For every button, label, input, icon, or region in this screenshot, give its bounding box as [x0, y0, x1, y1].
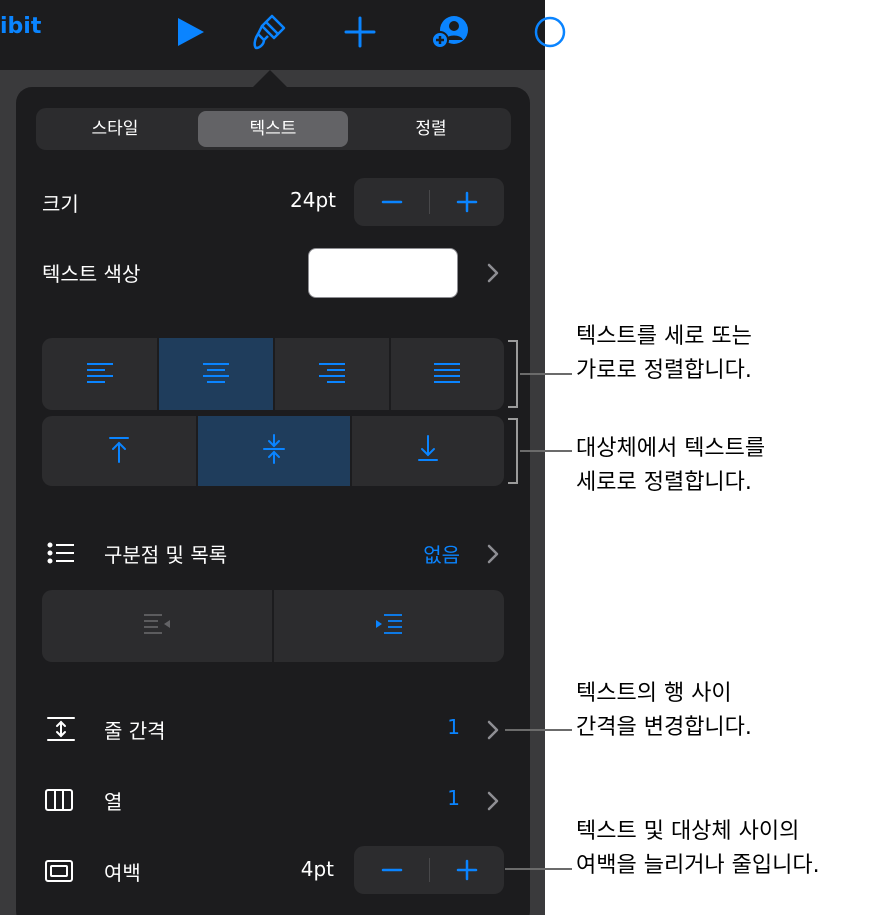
callout-margin: 텍스트 및 대상체 사이의 여백을 늘리거나 줄입니다. — [576, 815, 820, 883]
group-divider — [350, 416, 352, 486]
text-color-label: 텍스트 색상 — [42, 262, 141, 286]
callout-line-text: 텍스트 및 대상체 사이의 — [576, 819, 800, 844]
chevron-right-icon[interactable] — [486, 790, 500, 812]
callout-line-text: 여백을 늘리거나 줄입니다. — [576, 853, 820, 878]
chevron-right-icon[interactable] — [486, 719, 500, 741]
indent-icon — [374, 609, 404, 643]
line-spacing-icon — [46, 714, 76, 744]
align-middle-icon — [259, 434, 289, 468]
callout-line-text: 간격을 변경합니다. — [576, 715, 752, 740]
popover-arrow — [252, 70, 288, 88]
tab-text[interactable]: 텍스트 — [198, 111, 348, 147]
tab-arrange[interactable]: 정렬 — [356, 111, 506, 147]
chevron-right-icon[interactable] — [486, 262, 500, 284]
margin-decrease-button[interactable] — [354, 846, 429, 894]
callout-line-text: 가로로 정렬합니다. — [576, 358, 752, 383]
toolbar: ibit — [0, 0, 566, 70]
callout-spacing: 텍스트의 행 사이 간격을 변경합니다. — [576, 677, 752, 745]
more-icon[interactable] — [530, 12, 570, 52]
chevron-right-icon[interactable] — [486, 543, 500, 565]
align-center-button[interactable] — [158, 338, 273, 410]
align-top-icon — [104, 434, 134, 468]
play-icon[interactable] — [170, 12, 210, 52]
align-justify-icon — [432, 357, 462, 391]
callout-line — [505, 729, 572, 731]
columns-value[interactable]: 1 — [400, 786, 460, 810]
tab-style[interactable]: 스타일 — [40, 111, 190, 147]
callout-line-text: 대상체에서 텍스트를 — [576, 436, 766, 461]
group-divider — [196, 416, 198, 486]
group-divider — [273, 338, 275, 410]
indent-group — [42, 590, 504, 662]
size-stepper — [354, 178, 504, 226]
callout-line — [520, 373, 572, 375]
line-spacing-label: 줄 간격 — [104, 719, 166, 743]
horizontal-align-group — [42, 338, 504, 410]
margin-value: 4pt — [300, 857, 334, 881]
decrease-indent-button[interactable] — [42, 590, 272, 662]
text-color-swatch[interactable] — [308, 248, 458, 298]
callout-line-text: 텍스트를 세로 또는 — [576, 324, 752, 349]
size-value: 24pt — [290, 188, 336, 212]
align-right-icon — [317, 357, 347, 391]
size-label: 크기 — [42, 192, 79, 216]
align-top-button[interactable] — [42, 416, 196, 486]
line-spacing-value[interactable]: 1 — [400, 715, 460, 739]
list-icon — [46, 538, 76, 568]
callout-bracket — [508, 340, 518, 408]
bullets-value[interactable]: 없음 — [380, 539, 460, 568]
align-bottom-button[interactable] — [351, 416, 504, 486]
outdent-icon — [142, 609, 172, 643]
collaborate-icon[interactable] — [430, 12, 470, 52]
tab-segmented-control: 스타일 텍스트 정렬 — [36, 108, 511, 150]
callout-line — [505, 868, 572, 870]
callout-align-text: 텍스트를 세로 또는 가로로 정렬합니다. — [576, 320, 752, 388]
callout-line-text: 세로로 정렬합니다. — [576, 470, 752, 495]
align-bottom-icon — [413, 434, 443, 468]
columns-label: 열 — [104, 790, 123, 814]
align-left-icon — [85, 357, 115, 391]
margin-label: 여백 — [104, 861, 141, 885]
group-divider — [157, 338, 159, 410]
callout-bracket — [508, 418, 518, 484]
align-left-button[interactable] — [42, 338, 157, 410]
margin-increase-button[interactable] — [429, 846, 504, 894]
columns-icon — [44, 785, 74, 815]
bullets-label: 구분점 및 목록 — [104, 543, 228, 567]
margin-stepper — [354, 846, 504, 894]
callout-line-text: 텍스트의 행 사이 — [576, 681, 732, 706]
group-divider — [389, 338, 391, 410]
paintbrush-icon[interactable] — [250, 12, 290, 52]
group-divider — [272, 590, 274, 662]
align-center-icon — [201, 357, 231, 391]
size-increase-button[interactable] — [429, 178, 504, 226]
align-justify-button[interactable] — [390, 338, 504, 410]
plus-icon[interactable] — [340, 12, 380, 52]
align-middle-button[interactable] — [197, 416, 350, 486]
callout-vertical: 대상체에서 텍스트를 세로로 정렬합니다. — [576, 432, 765, 500]
margin-icon — [44, 856, 74, 886]
size-decrease-button[interactable] — [354, 178, 429, 226]
document-title-partial[interactable]: ibit — [0, 14, 41, 39]
callout-line — [520, 450, 572, 452]
increase-indent-button[interactable] — [274, 590, 504, 662]
vertical-align-group — [42, 416, 504, 486]
align-right-button[interactable] — [274, 338, 389, 410]
